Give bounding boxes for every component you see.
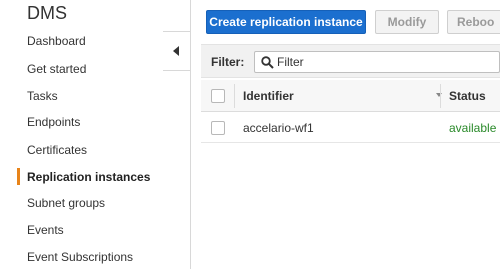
filter-bar: Filter: bbox=[201, 44, 500, 78]
modify-button[interactable]: Modify bbox=[375, 10, 439, 34]
sort-down-icon[interactable] bbox=[436, 93, 442, 97]
sidebar-collapse-button[interactable] bbox=[163, 31, 191, 71]
sidebar-item-certificates[interactable]: Certificates bbox=[27, 143, 87, 157]
sidebar-item-replication-instances[interactable]: Replication instances bbox=[27, 170, 150, 184]
reboot-button[interactable]: Reboo bbox=[447, 10, 500, 34]
create-replication-instance-button[interactable]: Create replication instance bbox=[206, 10, 366, 34]
sidebar-item-dashboard[interactable]: Dashboard bbox=[27, 34, 86, 48]
select-all-checkbox[interactable] bbox=[211, 89, 225, 103]
search-icon bbox=[261, 56, 274, 69]
sidebar: DMS Dashboard Get started Tasks Endpoint… bbox=[0, 0, 162, 269]
sidebar-item-event-subscriptions[interactable]: Event Subscriptions bbox=[27, 250, 133, 264]
column-header-identifier[interactable]: Identifier bbox=[243, 89, 294, 103]
table-row[interactable]: accelario-wf1 available bbox=[201, 112, 500, 143]
sidebar-item-endpoints[interactable]: Endpoints bbox=[27, 115, 80, 129]
row-checkbox[interactable] bbox=[211, 121, 225, 135]
table-header: Identifier Status bbox=[201, 80, 500, 112]
toolbar: Create replication instance Modify Reboo bbox=[191, 0, 500, 38]
sidebar-item-subnet-groups[interactable]: Subnet groups bbox=[27, 196, 105, 210]
sidebar-item-get-started[interactable]: Get started bbox=[27, 62, 86, 76]
triangle-left-icon bbox=[173, 46, 179, 56]
app-title: DMS bbox=[27, 3, 67, 23]
active-indicator bbox=[17, 168, 20, 185]
filter-input[interactable] bbox=[277, 54, 497, 70]
filter-field[interactable] bbox=[254, 51, 500, 73]
main-content: Create replication instance Modify Reboo… bbox=[191, 0, 500, 269]
filter-label: Filter: bbox=[211, 55, 245, 69]
column-header-status[interactable]: Status bbox=[449, 89, 486, 103]
cell-identifier: accelario-wf1 bbox=[243, 121, 314, 135]
column-divider bbox=[234, 84, 235, 108]
sidebar-item-events[interactable]: Events bbox=[27, 223, 64, 237]
sidebar-item-tasks[interactable]: Tasks bbox=[27, 89, 58, 103]
column-divider bbox=[440, 84, 441, 108]
status-badge: available bbox=[449, 121, 497, 135]
